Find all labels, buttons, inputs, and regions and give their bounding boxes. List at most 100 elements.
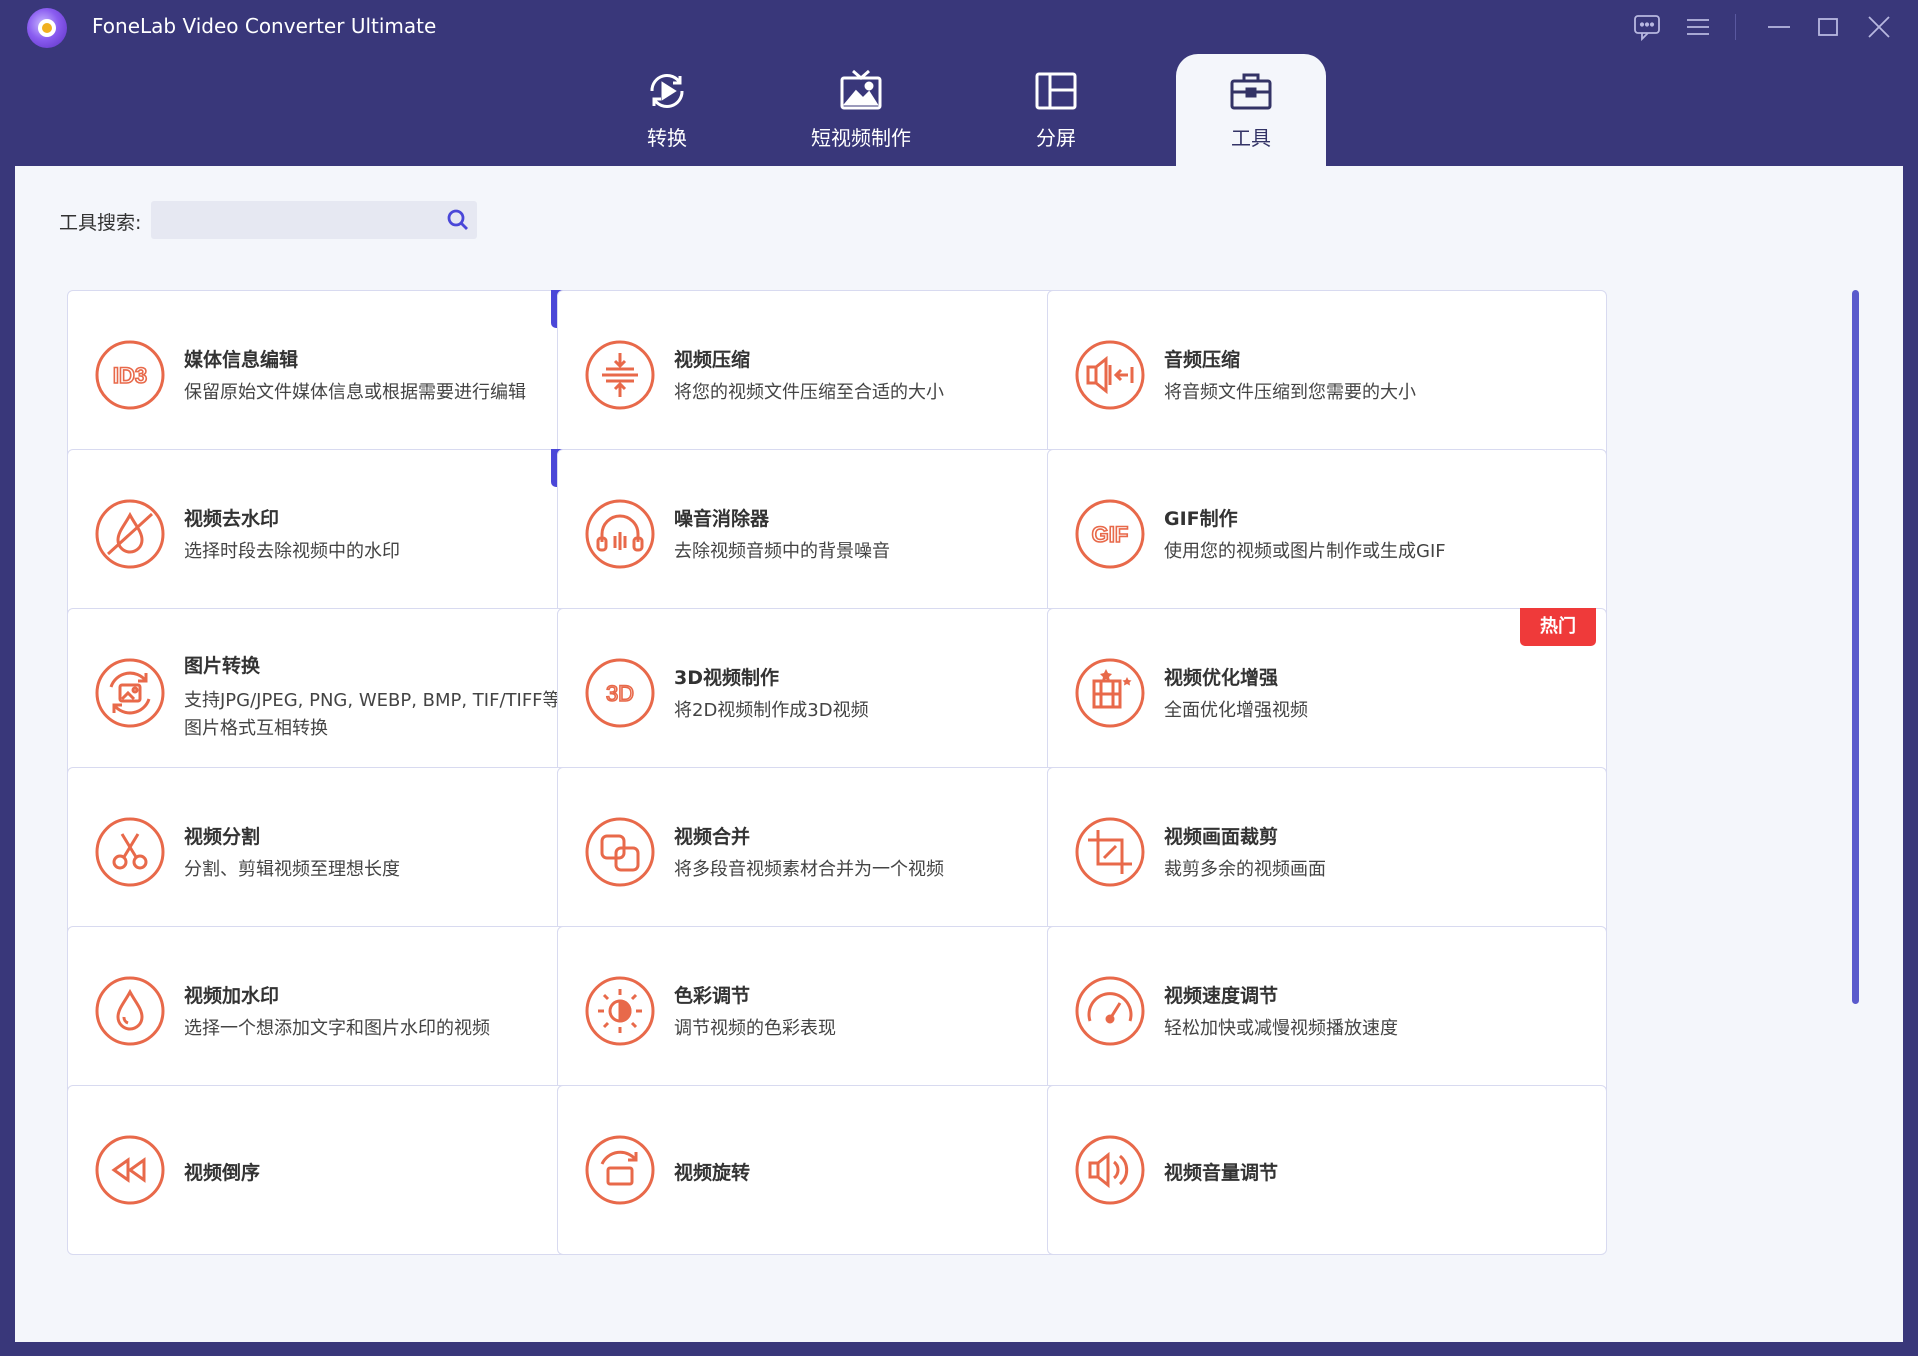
tool-card[interactable]: 视频旋转 bbox=[557, 1085, 1117, 1255]
app-title: FoneLab Video Converter Ultimate bbox=[92, 14, 437, 38]
search-input[interactable] bbox=[159, 201, 433, 239]
tool-card[interactable]: ID3媒体信息编辑保留原始文件媒体信息或根据需要进行编辑新品 bbox=[67, 290, 627, 460]
tool-description: 选择一个想添加文字和图片水印的视频 bbox=[184, 1018, 490, 1039]
search-box bbox=[151, 201, 477, 239]
scrollbar[interactable] bbox=[1852, 290, 1859, 1004]
tool-description: 保留原始文件媒体信息或根据需要进行编辑 bbox=[184, 382, 526, 403]
titlebar-separator bbox=[1735, 14, 1736, 40]
tab-label: 转换 bbox=[647, 126, 687, 150]
convert-icon bbox=[650, 73, 684, 109]
tool-title: 视频加水印 bbox=[184, 985, 280, 1007]
tab-label: 分屏 bbox=[1036, 126, 1076, 150]
tool-description: 去除视频音频中的背景噪音 bbox=[674, 541, 890, 562]
tool-title: 视频优化增强 bbox=[1164, 667, 1279, 689]
tools-panel: 工具搜索: ID3媒体信息编辑保留原始文件媒体信息或根据需要进行编辑新品视频压缩… bbox=[15, 166, 1903, 1342]
tool-card[interactable]: 视频压缩将您的视频文件压缩至合适的大小 bbox=[557, 290, 1117, 460]
title-bar: FoneLab Video Converter Ultimate bbox=[0, 0, 1918, 54]
feedback-icon[interactable] bbox=[1632, 12, 1662, 42]
merge-icon bbox=[584, 816, 656, 888]
window-bottom-border bbox=[0, 1342, 1918, 1356]
tool-description: 裁剪多余的视频画面 bbox=[1164, 859, 1326, 880]
tool-title: 3D视频制作 bbox=[674, 667, 779, 689]
tool-title: 视频压缩 bbox=[674, 349, 751, 371]
tool-card[interactable]: 视频加水印选择一个想添加文字和图片水印的视频 bbox=[67, 926, 627, 1096]
search-icon[interactable] bbox=[445, 207, 471, 233]
hot-badge: 热门 bbox=[1520, 608, 1596, 646]
close-icon[interactable] bbox=[1864, 12, 1894, 42]
tool-card[interactable]: 音频压缩将音频文件压缩到您需要的大小 bbox=[1047, 290, 1607, 460]
gif-icon: GIF bbox=[1074, 498, 1146, 570]
tool-card[interactable]: 视频画面裁剪裁剪多余的视频画面 bbox=[1047, 767, 1607, 937]
tool-card[interactable]: 色彩调节调节视频的色彩表现 bbox=[557, 926, 1117, 1096]
app-logo bbox=[27, 8, 67, 48]
tool-card[interactable]: 视频速度调节轻松加快或减慢视频播放速度 bbox=[1047, 926, 1607, 1096]
tool-title: 媒体信息编辑 bbox=[184, 349, 299, 371]
crop-icon bbox=[1074, 816, 1146, 888]
id3-icon: ID3 bbox=[94, 339, 166, 411]
tool-title: 视频速度调节 bbox=[1164, 985, 1279, 1007]
tool-description: 轻松加快或减慢视频播放速度 bbox=[1164, 1018, 1398, 1039]
search-label: 工具搜索: bbox=[59, 212, 142, 234]
menu-icon[interactable] bbox=[1683, 12, 1713, 42]
tab-toolbox[interactable]: 工具 bbox=[1176, 54, 1326, 166]
tool-title: 音频压缩 bbox=[1164, 349, 1241, 371]
svg-text:ID3: ID3 bbox=[113, 363, 147, 388]
tab-collage[interactable]: 分屏 bbox=[981, 54, 1131, 166]
tool-card[interactable]: 视频去水印选择时段去除视频中的水印新品 bbox=[67, 449, 627, 619]
tool-description: 支持JPG/JPEG, PNG, WEBP, BMP, TIF/TIFF等多种图… bbox=[184, 690, 597, 739]
svg-text:GIF: GIF bbox=[1092, 522, 1129, 547]
tool-description: 将您的视频文件压缩至合适的大小 bbox=[674, 382, 944, 403]
image-convert-icon bbox=[94, 657, 166, 729]
tool-description: 将2D视频制作成3D视频 bbox=[674, 700, 869, 721]
tool-title: 噪音消除器 bbox=[674, 508, 770, 530]
compress-icon bbox=[584, 339, 656, 411]
tool-card[interactable]: 视频分割分割、剪辑视频至理想长度 bbox=[67, 767, 627, 937]
tab-label: 工具 bbox=[1231, 126, 1271, 150]
tool-title: 视频倒序 bbox=[184, 1162, 261, 1184]
tool-title: 视频合并 bbox=[674, 826, 751, 848]
rotate-icon bbox=[584, 1134, 656, 1206]
audio-compress-icon bbox=[1074, 339, 1146, 411]
headphones-icon bbox=[584, 498, 656, 570]
watermark-add-icon bbox=[94, 975, 166, 1047]
tool-title: 图片转换 bbox=[184, 655, 261, 677]
collage-icon bbox=[1035, 72, 1077, 110]
reverse-icon bbox=[94, 1134, 166, 1206]
tool-description: 将多段音视频素材合并为一个视频 bbox=[674, 859, 944, 880]
mv-icon bbox=[840, 69, 882, 110]
volume-icon bbox=[1074, 1134, 1146, 1206]
tool-title: 色彩调节 bbox=[674, 985, 751, 1007]
speed-icon bbox=[1074, 975, 1146, 1047]
tool-description: 调节视频的色彩表现 bbox=[674, 1018, 836, 1039]
tool-title: 视频旋转 bbox=[674, 1162, 751, 1184]
tool-card[interactable]: GIF GIF制作使用您的视频或图片制作或生成GIF bbox=[1047, 449, 1607, 619]
tool-description: 将音频文件压缩到您需要的大小 bbox=[1164, 382, 1416, 403]
tool-title: GIF制作 bbox=[1164, 508, 1238, 530]
tool-card[interactable]: 视频合并将多段音视频素材合并为一个视频 bbox=[557, 767, 1117, 937]
tool-card[interactable]: 视频倒序 bbox=[67, 1085, 627, 1255]
tool-title: 视频画面裁剪 bbox=[1164, 826, 1279, 848]
tab-label: 短视频制作 bbox=[811, 126, 911, 150]
watermark-remove-icon bbox=[94, 498, 166, 570]
svg-text:3D: 3D bbox=[606, 681, 634, 706]
tool-card[interactable]: 噪音消除器去除视频音频中的背景噪音 bbox=[557, 449, 1117, 619]
color-icon bbox=[584, 975, 656, 1047]
minimize-icon[interactable] bbox=[1764, 12, 1794, 42]
tool-description: 分割、剪辑视频至理想长度 bbox=[184, 859, 400, 880]
tool-description: 选择时段去除视频中的水印 bbox=[184, 541, 400, 562]
tool-card[interactable]: 图片转换支持JPG/JPEG, PNG, WEBP, BMP, TIF/TIFF… bbox=[67, 608, 627, 778]
tool-title: 视频去水印 bbox=[184, 508, 280, 530]
tool-description: 使用您的视频或图片制作或生成GIF bbox=[1164, 541, 1446, 562]
tool-title: 视频分割 bbox=[184, 826, 261, 848]
tool-card[interactable]: 3D 3D视频制作将2D视频制作成3D视频 bbox=[557, 608, 1117, 778]
enhance-icon bbox=[1074, 657, 1146, 729]
tab-convert[interactable]: 转换 bbox=[592, 54, 742, 166]
maximize-icon[interactable] bbox=[1813, 12, 1843, 42]
tab-mv[interactable]: 短视频制作 bbox=[786, 54, 936, 166]
tool-card[interactable]: 视频优化增强全面优化增强视频 热门 bbox=[1047, 608, 1607, 778]
scissors-icon bbox=[94, 816, 166, 888]
tool-description: 全面优化增强视频 bbox=[1164, 700, 1308, 721]
tool-card[interactable]: 视频音量调节 bbox=[1047, 1085, 1607, 1255]
tool-title: 视频音量调节 bbox=[1164, 1162, 1279, 1184]
3d-icon: 3D bbox=[584, 657, 656, 729]
